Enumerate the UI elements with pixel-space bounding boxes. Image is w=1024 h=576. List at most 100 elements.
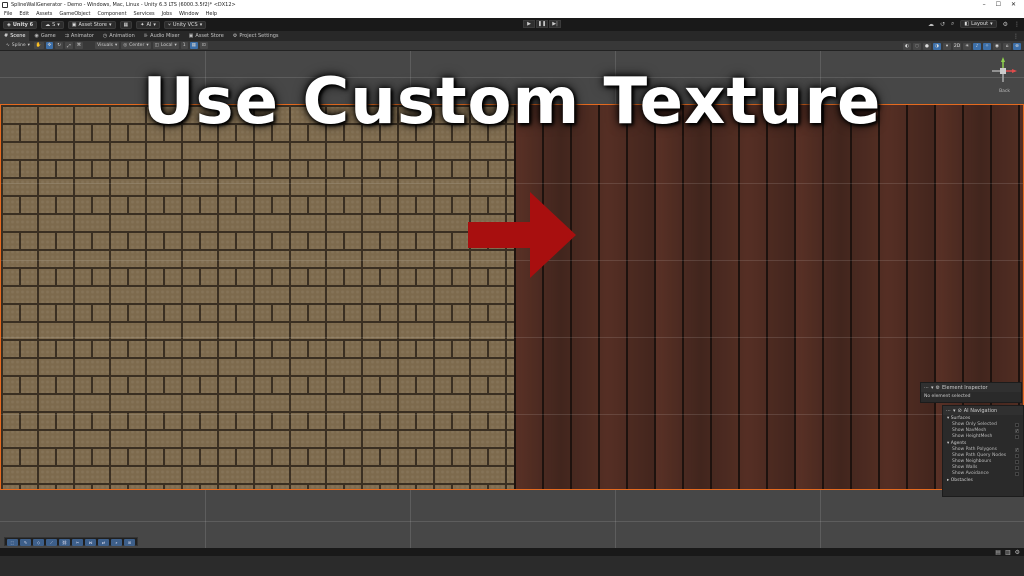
shading-mode-icon[interactable]: ◐ xyxy=(903,43,911,50)
toggle-row[interactable]: Show Avoidance xyxy=(943,471,1023,477)
ai-dropdown[interactable]: ✦ AI ▾ xyxy=(136,20,160,29)
scale-tool-button[interactable]: ⤢ xyxy=(65,42,73,49)
tab-game[interactable]: ◉ Game xyxy=(30,31,59,41)
frame-selected-icon[interactable]: ⊞ xyxy=(124,539,135,546)
menu-services[interactable]: Services xyxy=(134,11,155,17)
notifications-icon[interactable]: ▤ xyxy=(995,549,1001,556)
checkbox[interactable] xyxy=(1015,435,1019,439)
tab-scene[interactable]: # Scene xyxy=(0,31,30,41)
select-tool-icon[interactable]: ⬚ xyxy=(7,539,18,546)
pivot-dropdown[interactable]: ◎ Center ▾ xyxy=(121,42,151,49)
spline-tool-dropdown[interactable]: ∿ Spline ▾ xyxy=(4,42,32,49)
menu-edit[interactable]: Edit xyxy=(19,11,29,17)
split-knot-icon[interactable]: ✂ xyxy=(72,539,83,546)
reverse-spline-icon[interactable]: ⇄ xyxy=(98,539,109,546)
menu-window[interactable]: Window xyxy=(179,11,199,17)
chevron-down-icon[interactable]: ▾ xyxy=(953,408,956,414)
ai-navigation-header[interactable]: ⋯ ▾ ⊘ AI Navigation xyxy=(943,406,1023,415)
game-icon: ◉ xyxy=(34,33,39,39)
vcs-dropdown[interactable]: ⑂ Unity VCS ▾ xyxy=(163,20,207,29)
tab-animation[interactable]: ◷ Animation xyxy=(99,31,139,41)
maximize-icon[interactable]: ☐ xyxy=(996,1,1001,8)
toggle-row[interactable]: Show HeightMesh xyxy=(943,434,1023,440)
2d-toggle-icon[interactable]: 2D xyxy=(953,43,961,50)
grid-snap-field[interactable]: 1 xyxy=(180,42,188,49)
animator-icon: ⇉ xyxy=(64,33,69,39)
join-knots-icon[interactable]: ⋈ xyxy=(85,539,96,546)
tab-project-settings[interactable]: ⚙ Project Settings xyxy=(229,31,283,41)
knot-tool-icon[interactable]: ◇ xyxy=(33,539,44,546)
search-icon[interactable]: ⌕ xyxy=(951,20,954,28)
grid-line xyxy=(0,521,1024,522)
menu-component[interactable]: Component xyxy=(98,11,127,17)
tab-menu-icon[interactable]: ⋮ xyxy=(1013,33,1024,40)
menu-assets[interactable]: Assets xyxy=(36,11,52,17)
unity-account-button[interactable]: ◈ Unity 6 xyxy=(3,20,38,29)
account-dropdown[interactable]: ☁ S ▾ xyxy=(41,20,64,29)
console-icon[interactable]: ▥ xyxy=(1005,549,1011,556)
drag-handle-icon[interactable]: ⋯ xyxy=(946,408,951,414)
menu-help[interactable]: Help xyxy=(206,11,217,17)
more-icon[interactable]: ⋮ xyxy=(1014,21,1020,28)
audio-icon[interactable]: ♪ xyxy=(973,43,981,50)
chevron-down-icon[interactable]: ▾ xyxy=(931,385,934,391)
tab-label: Audio Mixer xyxy=(150,33,180,39)
visuals-dropdown[interactable]: Visuals ▾ xyxy=(95,42,120,49)
wireframe-icon[interactable]: ◌ xyxy=(913,43,921,50)
pause-button[interactable]: ❚❚ xyxy=(536,20,548,28)
ai-navigation-panel[interactable]: ⋯ ▾ ⊘ AI Navigation ▾ Surfaces Show Only… xyxy=(942,405,1024,497)
menu-jobs[interactable]: Jobs xyxy=(162,11,172,17)
hand-tool-button[interactable]: ✋ xyxy=(33,42,44,49)
minimize-icon[interactable]: – xyxy=(983,1,986,8)
history-icon[interactable]: ↺ xyxy=(940,21,945,28)
debug-draw-icon[interactable]: ▾ xyxy=(943,43,951,50)
settings-icon[interactable]: ⚙ xyxy=(1003,21,1008,28)
drag-handle-icon[interactable]: ⋯ xyxy=(924,385,929,391)
scene-viewport[interactable]: Use Custom Texture Back ⋯ ▾ ⚙ Element In… xyxy=(0,51,1024,548)
menu-gameobject[interactable]: GameObject xyxy=(59,11,90,17)
tab-label: Animator xyxy=(70,33,94,39)
checkbox-checked[interactable]: ✓ xyxy=(1015,428,1019,433)
tab-asset-store[interactable]: ▣ Asset Store xyxy=(185,31,228,41)
move-tool-button[interactable]: ✥ xyxy=(45,42,54,49)
cloud-services-icon[interactable]: ☁ xyxy=(928,21,934,28)
hidden-objects-icon[interactable]: ◉ xyxy=(993,43,1001,50)
asset-store-dropdown[interactable]: ▣ Asset Store ▾ xyxy=(67,20,116,29)
step-button[interactable]: ▶| xyxy=(549,20,561,28)
draw-spline-icon[interactable]: ✎ xyxy=(20,539,31,546)
checkbox[interactable] xyxy=(1015,466,1019,470)
checkbox[interactable] xyxy=(1015,423,1019,427)
layout-dropdown[interactable]: ◧ Layout ▾ xyxy=(960,20,997,28)
lighting-icon[interactable]: ☀ xyxy=(963,43,971,50)
checkbox[interactable] xyxy=(1015,472,1019,476)
tangent-tool-icon[interactable]: ⟋ xyxy=(46,539,57,546)
chevron-down-icon: ▾ xyxy=(153,21,156,28)
checkbox[interactable] xyxy=(1015,460,1019,464)
package-button[interactable]: ▦ xyxy=(119,20,133,29)
element-inspector-header[interactable]: ⋯ ▾ ⚙ Element Inspector xyxy=(921,383,1021,392)
checkbox[interactable] xyxy=(1015,454,1019,458)
close-icon[interactable]: ✕ xyxy=(1011,1,1016,8)
zoom-icon[interactable]: ⌕ xyxy=(111,539,122,546)
play-button[interactable]: ▶ xyxy=(523,20,535,28)
effects-icon[interactable]: ✧ xyxy=(983,43,991,50)
menu-file[interactable]: File xyxy=(4,11,12,17)
orientation-gizmo-icon[interactable] xyxy=(988,56,1018,86)
grid-toggle[interactable]: ▦ xyxy=(189,42,198,49)
space-dropdown[interactable]: ◫ Local ▾ xyxy=(152,42,179,49)
link-knots-icon[interactable]: ⛓ xyxy=(59,539,70,546)
tab-audio-mixer[interactable]: ⊪ Audio Mixer xyxy=(140,31,184,41)
shaded-wireframe-icon[interactable]: ◑ xyxy=(933,43,941,50)
element-inspector-panel[interactable]: ⋯ ▾ ⚙ Element Inspector No element selec… xyxy=(920,382,1022,403)
tab-animator[interactable]: ⇉ Animator xyxy=(61,31,98,41)
shaded-icon[interactable]: ● xyxy=(923,43,931,50)
settings-icon[interactable]: ⚙ xyxy=(1015,549,1020,556)
rotate-tool-button[interactable]: ↻ xyxy=(55,42,64,49)
camera-settings-icon[interactable]: ⌂ xyxy=(1003,43,1011,50)
checkbox-checked[interactable]: ✓ xyxy=(1015,447,1019,452)
spline-wall-mesh[interactable] xyxy=(0,104,1024,490)
custom-tool-button[interactable]: ⌘ xyxy=(74,42,84,49)
gizmos-icon[interactable]: ⊕ xyxy=(1013,43,1021,50)
obstacles-section[interactable]: ▸ Obstacles xyxy=(943,478,1023,484)
snap-toggle[interactable]: ⊡ xyxy=(199,42,208,49)
